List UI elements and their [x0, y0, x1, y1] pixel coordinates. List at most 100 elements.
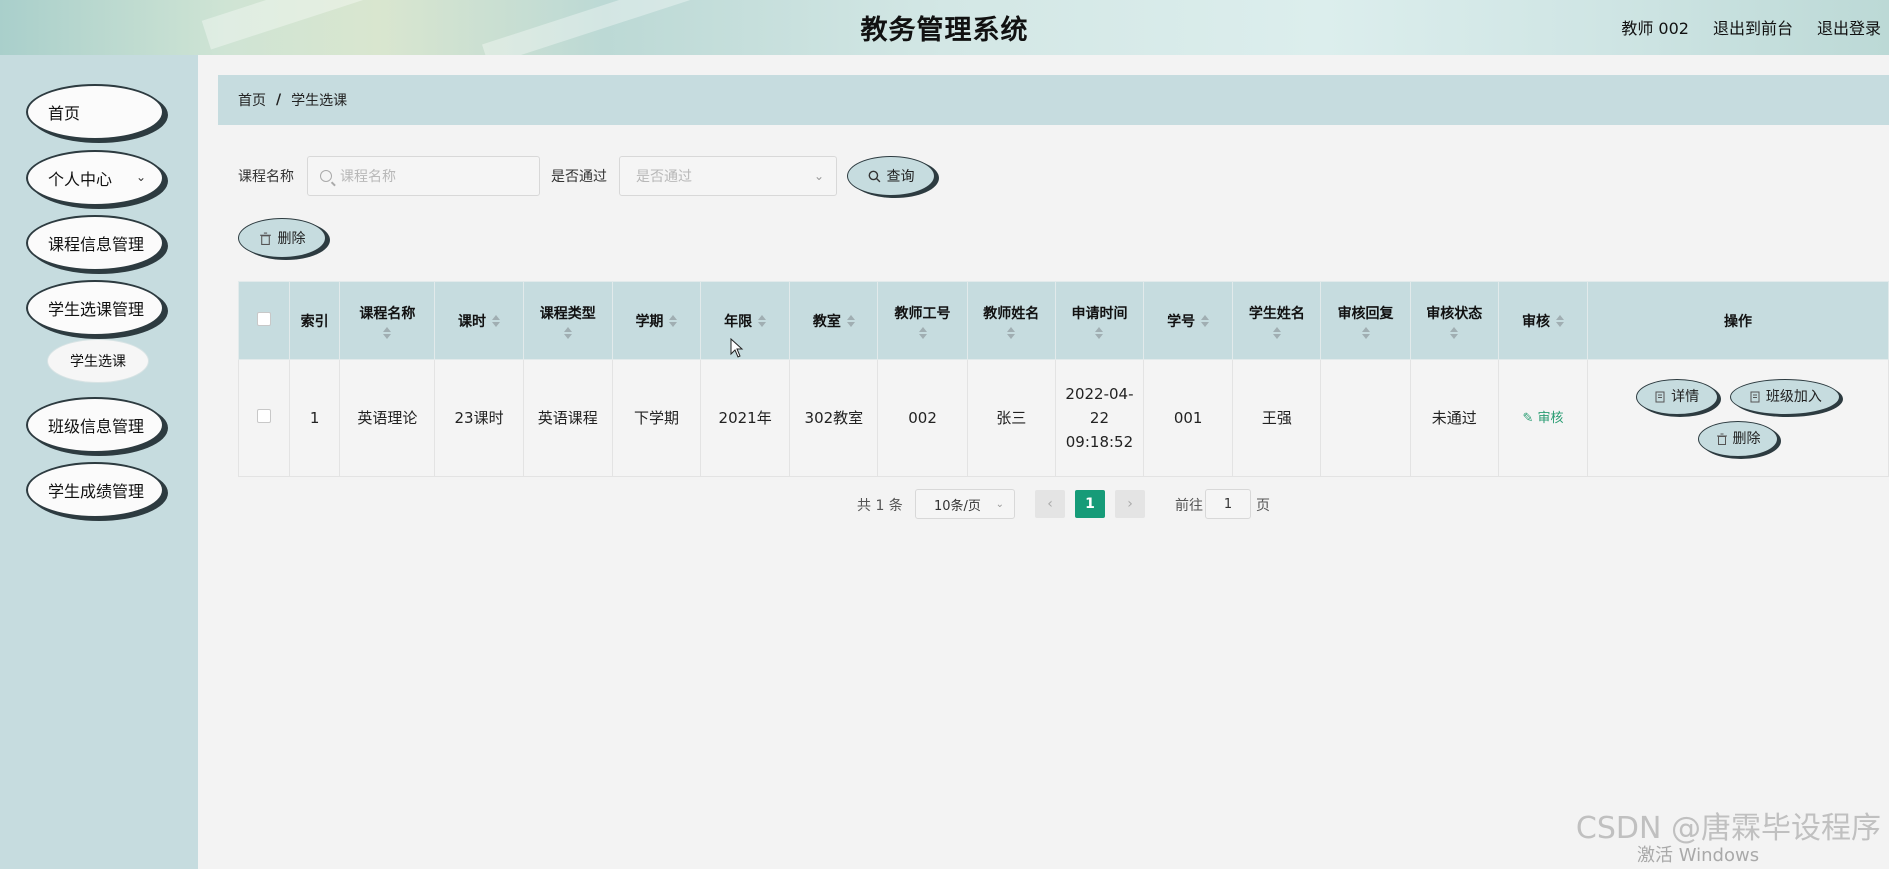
- audit-link[interactable]: ✎ 审核: [1522, 411, 1563, 426]
- sidebar-subitem-label: 学生选课: [70, 354, 126, 370]
- table-row: 1 英语理论 23课时 英语课程 下学期 2021年 302教室 002 张三 …: [237, 359, 1889, 477]
- sort-icon[interactable]: [918, 326, 927, 339]
- table-header-row: 索引 课程名称 课时 课程类型 学期 年限 教室 教师工号 教师姓名 申请时间 …: [237, 281, 1889, 360]
- chevron-down-icon: ⌄: [813, 169, 824, 183]
- cell-hours: 23课时: [434, 359, 524, 477]
- col-label: 学期: [635, 313, 664, 330]
- cell-classroom: 302教室: [789, 359, 879, 477]
- sidebar-item-class-info[interactable]: 班级信息管理: [26, 397, 164, 453]
- join-class-button-label: 班级加入: [1765, 389, 1822, 405]
- course-name-input[interactable]: 课程名称: [307, 156, 540, 196]
- col-year[interactable]: 年限: [700, 281, 791, 360]
- col-audit[interactable]: 审核: [1497, 281, 1589, 360]
- page-size-select[interactable]: 10条/页 ⌄: [915, 489, 1015, 519]
- cell-reply: [1320, 359, 1411, 477]
- current-user[interactable]: 教师 002: [1621, 15, 1689, 39]
- breadcrumb-home[interactable]: 首页: [238, 90, 266, 110]
- col-status[interactable]: 审核状态: [1409, 281, 1499, 360]
- cell-student-id: 001: [1143, 359, 1234, 477]
- sort-icon[interactable]: [492, 314, 501, 327]
- batch-delete-button[interactable]: 删除: [238, 218, 326, 258]
- col-actions: 操作: [1587, 281, 1889, 360]
- cell-year: 2021年: [700, 359, 791, 477]
- sort-icon[interactable]: [383, 326, 392, 339]
- sidebar-item-home[interactable]: 首页: [26, 84, 164, 140]
- join-class-button[interactable]: 班级加入: [1730, 379, 1841, 415]
- sort-icon[interactable]: [758, 314, 767, 327]
- document-icon: [1750, 391, 1760, 403]
- row-select-cell[interactable]: [237, 359, 291, 477]
- cell-course-name: 英语理论: [339, 359, 436, 477]
- col-label: 课时: [458, 313, 487, 330]
- col-label: 审核: [1521, 313, 1550, 330]
- sort-icon[interactable]: [563, 326, 572, 339]
- col-label: 教室: [812, 313, 841, 330]
- sort-icon[interactable]: [1201, 314, 1210, 327]
- sort-icon[interactable]: [1450, 326, 1459, 339]
- col-student-id[interactable]: 学号: [1143, 281, 1234, 360]
- sort-icon[interactable]: [846, 314, 855, 327]
- pass-status-placeholder: 是否通过: [636, 169, 692, 185]
- breadcrumb-current: 学生选课: [291, 93, 348, 109]
- cell-actions: 详情 班级加入 删除: [1587, 359, 1889, 477]
- breadcrumb: 首页 / 学生选课: [218, 75, 1889, 125]
- sidebar-item-course-selection[interactable]: 学生选课管理: [26, 280, 164, 336]
- pagination: 共 1 条 10条/页 ⌄ ‹ 1 › 前往 1 页: [0, 489, 1889, 519]
- col-classroom[interactable]: 教室: [789, 281, 879, 360]
- trash-icon: [1716, 433, 1727, 445]
- sort-icon[interactable]: [1361, 326, 1370, 339]
- col-teacher-name[interactable]: 教师姓名: [966, 281, 1056, 360]
- document-icon: [1655, 391, 1665, 403]
- query-button[interactable]: 查询: [847, 156, 935, 196]
- audit-link-label: 审核: [1537, 411, 1564, 426]
- col-label: 课程类型: [539, 305, 596, 322]
- col-hours[interactable]: 课时: [434, 281, 524, 360]
- back-to-front-link[interactable]: 退出到前台: [1713, 15, 1793, 39]
- sidebar-subitem-student-selection[interactable]: 学生选课: [48, 340, 148, 382]
- goto-prefix: 前往: [1175, 498, 1203, 514]
- col-course-type[interactable]: 课程类型: [522, 281, 613, 360]
- sort-icon[interactable]: [1272, 326, 1281, 339]
- sort-icon[interactable]: [1095, 326, 1104, 339]
- cell-audit: ✎ 审核: [1497, 359, 1589, 477]
- trash-icon: [259, 232, 271, 245]
- row-delete-button[interactable]: 删除: [1698, 421, 1779, 457]
- sidebar-item-course-info[interactable]: 课程信息管理: [26, 215, 164, 271]
- detail-button[interactable]: 详情: [1635, 379, 1718, 415]
- chevron-left-icon: ‹: [1047, 496, 1053, 512]
- sort-icon[interactable]: [1007, 326, 1016, 339]
- col-label: 审核状态: [1426, 305, 1483, 322]
- cell-index: 1: [289, 359, 341, 477]
- app-title: 教务管理系统: [860, 15, 1029, 46]
- col-teacher-id[interactable]: 教师工号: [877, 281, 968, 360]
- cell-student-name: 王强: [1232, 359, 1322, 477]
- course-name-label: 课程名称: [238, 169, 294, 185]
- page-1-button[interactable]: 1: [1075, 490, 1105, 518]
- col-label: 申请时间: [1071, 305, 1128, 322]
- logout-link[interactable]: 退出登录: [1817, 15, 1881, 39]
- course-selection-table: 索引 课程名称 课时 课程类型 学期 年限 教室 教师工号 教师姓名 申请时间 …: [237, 281, 1889, 477]
- next-page-button[interactable]: ›: [1115, 490, 1145, 518]
- prev-page-button[interactable]: ‹: [1035, 490, 1065, 518]
- detail-button-label: 详情: [1671, 389, 1700, 405]
- pass-status-select[interactable]: 是否通过 ⌄: [619, 156, 837, 196]
- pass-status-label: 是否通过: [551, 169, 607, 185]
- col-reply[interactable]: 审核回复: [1320, 281, 1411, 360]
- csdn-watermark: CSDN @唐霖毕设程序: [1575, 811, 1881, 846]
- col-term[interactable]: 学期: [611, 281, 702, 360]
- goto-page-input[interactable]: 1: [1205, 489, 1251, 519]
- select-all-checkbox[interactable]: [257, 311, 272, 326]
- row-checkbox[interactable]: [257, 409, 272, 423]
- cell-term: 下学期: [611, 359, 702, 477]
- breadcrumb-separator: /: [276, 92, 282, 108]
- col-student-name[interactable]: 学生姓名: [1232, 281, 1322, 360]
- col-course-name[interactable]: 课程名称: [339, 281, 436, 360]
- batch-delete-label: 删除: [277, 231, 306, 247]
- sort-icon[interactable]: [669, 314, 678, 327]
- select-all-cell[interactable]: [237, 281, 291, 360]
- sidebar: 首页 个人中心 ⌄ 课程信息管理 学生选课管理 学生选课 班级信息管理 学生成绩…: [0, 55, 198, 869]
- sidebar-item-profile[interactable]: 个人中心 ⌄: [26, 150, 164, 206]
- col-apply-time[interactable]: 申请时间: [1054, 281, 1145, 360]
- col-label: 年限: [724, 313, 753, 330]
- sort-icon[interactable]: [1555, 314, 1564, 327]
